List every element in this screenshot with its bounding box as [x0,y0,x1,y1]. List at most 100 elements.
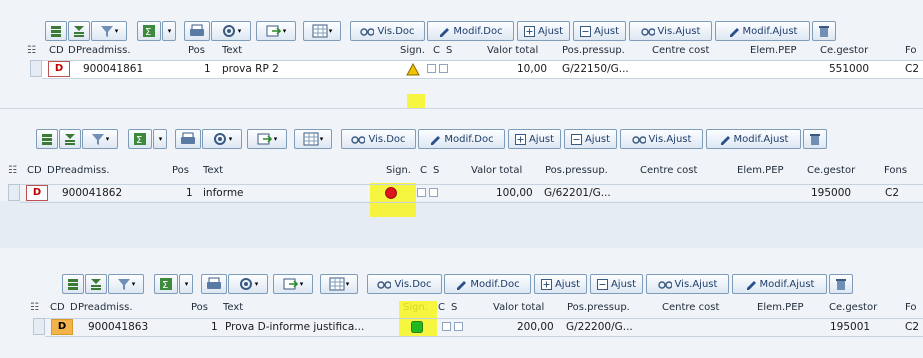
sum-button[interactable]: Σ [128,129,152,149]
vis-doc-button[interactable]: Vis.Doc [341,129,416,149]
header-pos[interactable]: Pos [172,165,189,176]
header-fons[interactable]: Fo [905,45,917,56]
sort-descending-button[interactable] [59,129,81,149]
modif-ajust-button[interactable]: Modif.Ajust [715,21,810,41]
sort-ascending-button[interactable] [62,274,84,294]
table-row[interactable]: D 900041863 1 Prova D-informe justifica.… [45,318,923,337]
layout-button[interactable]: ▾ [294,129,332,149]
header-ce-gestor[interactable]: Ce.gestor [829,302,877,313]
header-elem-pep[interactable]: Elem.PEP [750,45,797,56]
header-pos-pressup[interactable]: Pos.pressup. [545,165,608,176]
header-s[interactable]: S [451,302,457,313]
vis-ajust-button[interactable]: Vis.Ajust [620,129,703,149]
header-fons[interactable]: Fo [905,302,917,313]
header-c[interactable]: C [438,302,445,313]
table-row[interactable]: D 900041862 1 informe 100,00 G/62201/G..… [20,184,923,203]
header-ce-gestor[interactable]: Ce.gestor [820,45,868,56]
modif-ajust-button[interactable]: Modif.Ajust [732,274,827,294]
ajust-add-button[interactable]: Ajust [508,129,561,149]
table-row[interactable]: D 900041861 1 prova RP 2 10,00 G/22150/G… [42,60,923,79]
header-d[interactable]: D [47,165,55,176]
header-preadmiss[interactable]: Preadmiss. [78,302,133,313]
header-c[interactable]: C [433,45,440,56]
s-checkbox[interactable] [439,64,448,73]
header-fons[interactable]: Fons [884,165,907,176]
modif-doc-button[interactable]: Modif.Doc [444,274,531,294]
vis-doc-button[interactable]: Vis.Doc [367,274,442,294]
row-selector[interactable] [30,60,42,77]
ajust-remove-button[interactable]: Ajust [573,21,626,41]
delete-button[interactable] [829,274,853,294]
layout-button[interactable]: ▾ [320,274,358,294]
header-preadmiss[interactable]: Preadmiss. [55,165,110,176]
header-centre-cost[interactable]: Centre cost [640,165,697,176]
header-elem-pep[interactable]: Elem.PEP [757,302,804,313]
header-preadmiss[interactable]: Preadmiss. [76,45,131,56]
header-s[interactable]: S [433,165,439,176]
ajust-add-button[interactable]: Ajust [517,21,570,41]
modif-doc-button[interactable]: Modif.Doc [418,129,505,149]
s-checkbox[interactable] [454,322,463,331]
ajust-remove-button[interactable]: Ajust [564,129,617,149]
vis-ajust-button[interactable]: Vis.Ajust [646,274,729,294]
header-pos-pressup[interactable]: Pos.pressup. [567,302,630,313]
export-button[interactable]: ▾ [273,274,313,294]
header-centre-cost[interactable]: Centre cost [652,45,709,56]
filter-button[interactable]: ▾ [108,274,144,294]
layout-settings-icon[interactable]: ☷ [8,165,17,176]
modif-doc-button[interactable]: Modif.Doc [427,21,514,41]
header-ce-gestor[interactable]: Ce.gestor [807,165,855,176]
sort-ascending-button[interactable] [45,21,67,41]
filter-button[interactable]: ▾ [82,129,118,149]
header-text[interactable]: Text [203,165,223,176]
print-button[interactable] [175,129,201,149]
header-text[interactable]: Text [222,45,242,56]
vis-ajust-button[interactable]: Vis.Ajust [629,21,712,41]
modif-ajust-button[interactable]: Modif.Ajust [706,129,801,149]
view-button[interactable]: ▾ [211,21,251,41]
header-pos[interactable]: Pos [188,45,205,56]
row-selector[interactable] [8,184,20,201]
header-valor-total[interactable]: Valor total [493,302,544,313]
print-button[interactable] [201,274,227,294]
subtotal-dropdown-button[interactable]: ▾ [162,21,176,41]
header-centre-cost[interactable]: Centre cost [662,302,719,313]
ajust-add-button[interactable]: Ajust [534,274,587,294]
header-cd[interactable]: CD [50,302,65,313]
delete-button[interactable] [812,21,836,41]
view-button[interactable]: ▾ [228,274,268,294]
sort-ascending-button[interactable] [36,129,58,149]
header-d[interactable]: D [70,302,78,313]
header-d[interactable]: D [68,45,76,56]
layout-settings-icon[interactable]: ☷ [27,45,36,56]
header-cd[interactable]: CD [27,165,42,176]
subtotal-dropdown-button[interactable]: ▾ [179,274,193,294]
sort-descending-button[interactable] [85,274,107,294]
export-button[interactable]: ▾ [247,129,287,149]
header-sign[interactable]: Sign. [400,45,425,56]
vis-doc-button[interactable]: Vis.Doc [350,21,425,41]
row-selector[interactable] [33,318,45,335]
header-elem-pep[interactable]: Elem.PEP [737,165,784,176]
sum-button[interactable]: Σ [137,21,161,41]
header-c[interactable]: C [420,165,427,176]
layout-button[interactable]: ▾ [303,21,341,41]
header-valor-total[interactable]: Valor total [471,165,522,176]
subtotal-dropdown-button[interactable]: ▾ [153,129,167,149]
c-checkbox[interactable] [442,322,451,331]
filter-button[interactable]: ▾ [91,21,127,41]
layout-settings-icon[interactable]: ☷ [30,302,39,313]
sort-descending-button[interactable] [68,21,90,41]
header-text[interactable]: Text [223,302,243,313]
delete-button[interactable] [803,129,827,149]
c-checkbox[interactable] [417,188,426,197]
export-button[interactable]: ▾ [256,21,296,41]
c-checkbox[interactable] [427,64,436,73]
header-s[interactable]: S [446,45,452,56]
header-pos[interactable]: Pos [191,302,208,313]
header-pos-pressup[interactable]: Pos.pressup. [562,45,625,56]
s-checkbox[interactable] [429,188,438,197]
header-valor-total[interactable]: Valor total [487,45,538,56]
header-cd[interactable]: CD [49,45,64,56]
sum-button[interactable]: Σ [154,274,178,294]
